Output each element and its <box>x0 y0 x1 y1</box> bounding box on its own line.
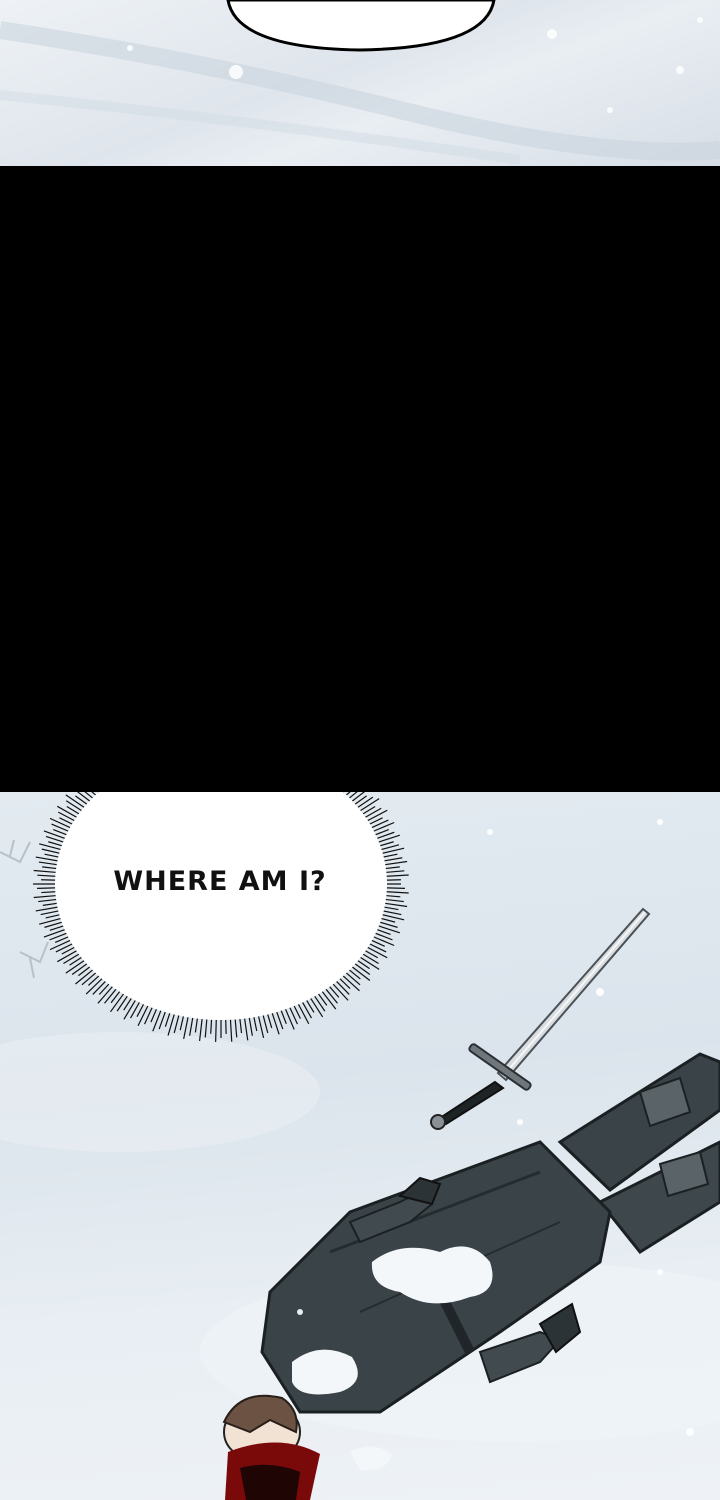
speech-bubble-text: WHERE AM I? <box>113 866 327 897</box>
speech-bubble-top <box>226 0 496 52</box>
snow-sky-art <box>0 0 720 165</box>
speech-bubble <box>33 792 409 1042</box>
top-panel <box>0 0 720 166</box>
black-panel <box>0 166 720 792</box>
speech-bubble-fill <box>55 792 387 1020</box>
bottom-panel <box>0 792 720 1500</box>
